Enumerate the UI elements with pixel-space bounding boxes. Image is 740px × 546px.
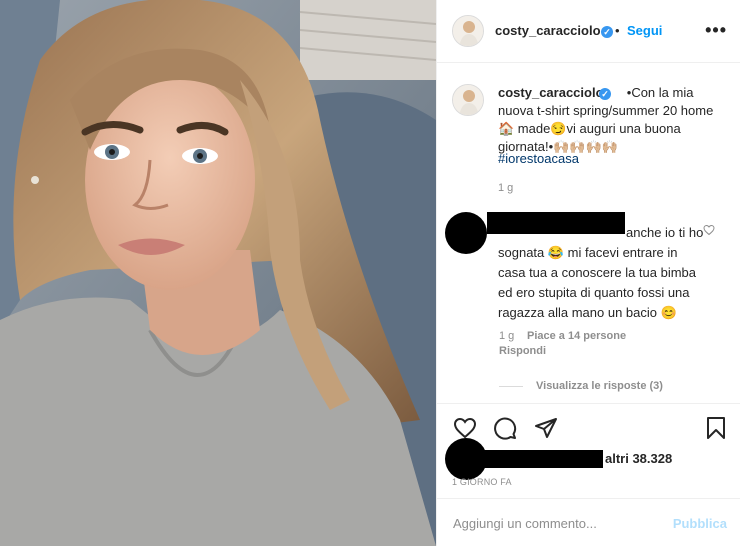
share-icon[interactable]: [534, 416, 558, 443]
post-sidebar: costy_caracciolo ✓ • Segui ••• costy_car…: [436, 0, 740, 546]
like-comment-icon[interactable]: [703, 224, 715, 239]
follow-button[interactable]: Segui: [627, 23, 662, 38]
caption-avatar[interactable]: [452, 84, 484, 116]
replies-divider: [499, 386, 523, 387]
view-replies-button[interactable]: Visualizza le risposte (3): [536, 380, 663, 392]
avatar[interactable]: [452, 15, 484, 47]
comment-input[interactable]: Aggiungi un commento...: [453, 516, 597, 531]
redacted-avatar: [445, 212, 487, 254]
post-photo[interactable]: [0, 0, 436, 546]
selfie-image: [0, 0, 436, 546]
comment-likes[interactable]: Piace a 14 persone: [527, 330, 626, 342]
verified-badge-icon: ✓: [601, 26, 613, 38]
hashtag-link[interactable]: #iorestoacasa: [498, 151, 579, 166]
post-header: costy_caracciolo ✓ • Segui •••: [437, 0, 740, 63]
caption-username[interactable]: costy_caracciolo: [498, 85, 604, 100]
author-username[interactable]: costy_caracciolo: [495, 23, 601, 38]
caption-age: 1 g: [498, 182, 514, 194]
comment-body: anche io ti ho sognata 😂 mi facevi entra…: [498, 225, 704, 320]
separator-dot: •: [615, 23, 620, 38]
avatar-image: [453, 85, 483, 115]
post-date: 1 GIORNO FA: [452, 477, 512, 487]
redacted-liker-name: [481, 450, 603, 468]
avatar-image: [453, 16, 483, 46]
action-bar: [437, 403, 740, 443]
verified-badge-icon: ✓: [599, 88, 611, 100]
post-caption: costy_caracciolo •Con la mia nuova t-shi…: [498, 84, 728, 156]
more-options-icon[interactable]: •••: [705, 20, 727, 41]
bookmark-icon[interactable]: [705, 416, 727, 443]
likes-count[interactable]: altri 38.328: [605, 451, 672, 466]
reply-button[interactable]: Rispondi: [499, 345, 546, 357]
comment-icon[interactable]: [493, 416, 517, 443]
comment-text: anche io ti ho sognata 😂 mi facevi entra…: [498, 223, 708, 323]
comment-age: 1 g: [499, 330, 515, 342]
publish-button[interactable]: Pubblica: [673, 516, 727, 531]
add-comment-bar: Aggiungi un commento... Pubblica: [437, 498, 740, 546]
